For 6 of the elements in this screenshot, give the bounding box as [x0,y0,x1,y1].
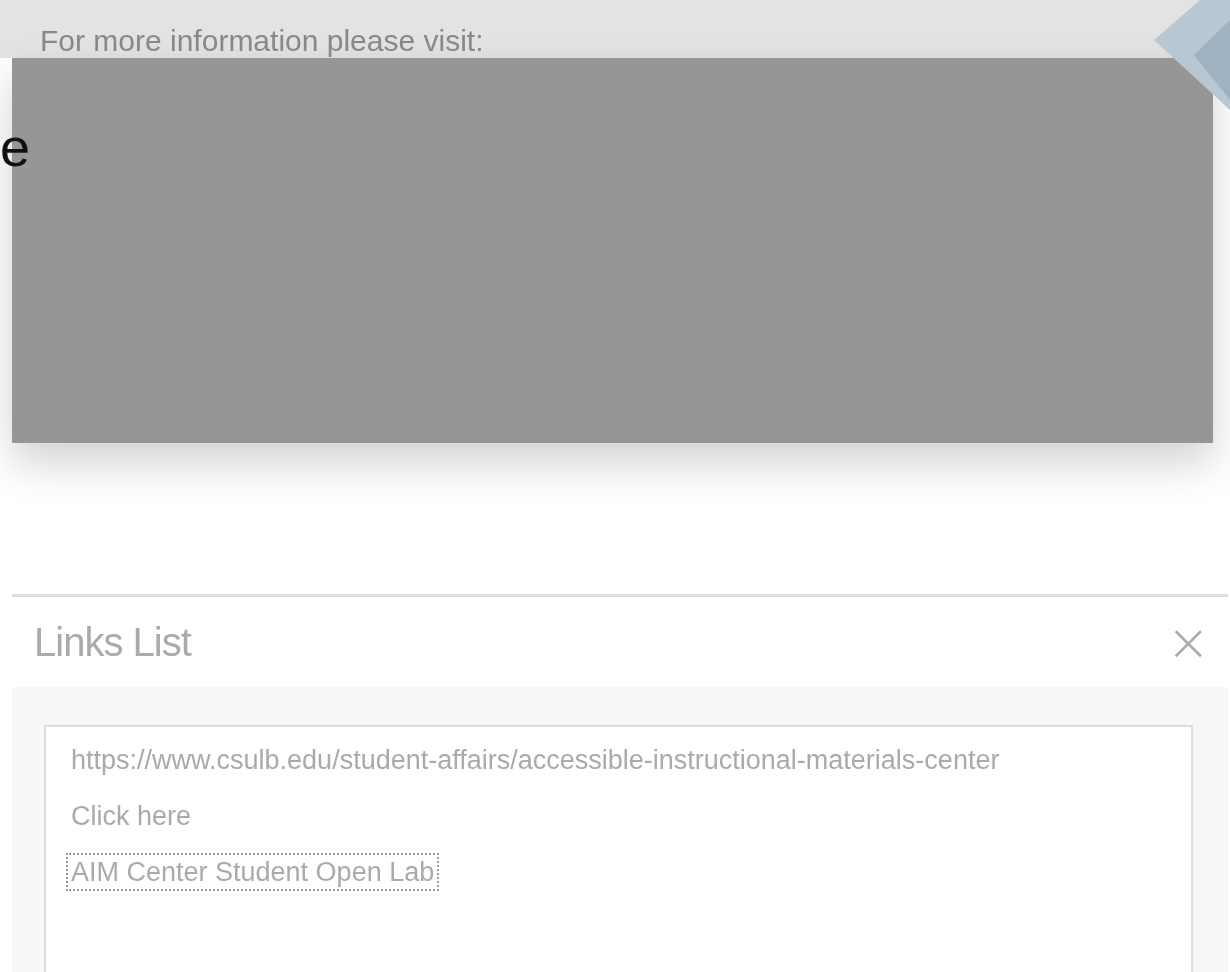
link-item[interactable]: AIM Center Student Open Lab [66,853,440,891]
dialog-title: Links List [34,619,191,665]
link-item[interactable]: https://www.csulb.edu/student-affairs/accessible-instructional-materials-center [66,741,1005,779]
info-text: For more information please visit: [40,26,484,58]
link-item[interactable]: Click here [66,797,197,835]
close-button[interactable]: × [1162,616,1214,668]
